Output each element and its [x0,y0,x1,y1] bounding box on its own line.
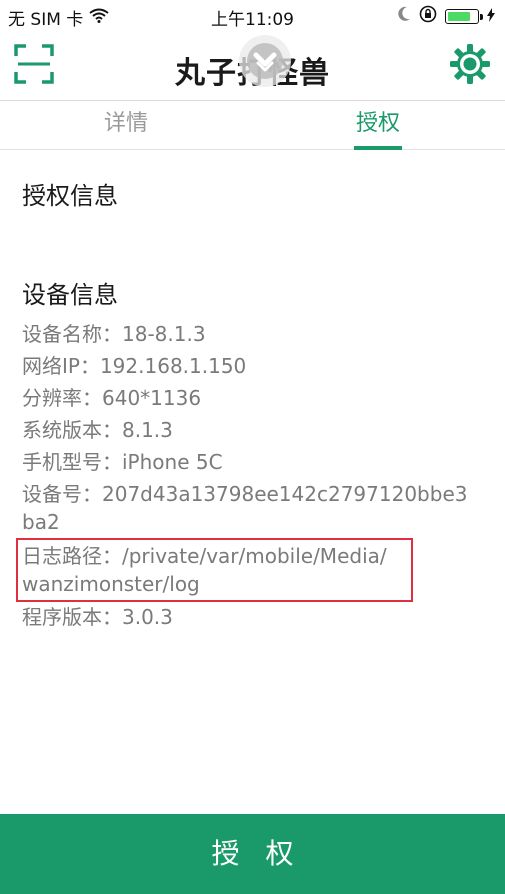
status-bar: 无 SIM 卡 上午11:09 [0,0,505,30]
device-id-line: 设备号：207d43a13798ee142c2797120bbe3 [22,482,468,506]
battery-level [448,12,471,21]
network-ip-line: 网络IP：192.168.1.150 [22,354,247,378]
tab-bar: 详情 授权 [0,100,505,150]
tab-authorization[interactable]: 授权 [252,101,504,149]
log-path-line: 日志路径：/private/var/mobile/Media/ [22,544,387,568]
gear-icon [450,44,490,84]
battery-indicator [445,9,483,24]
device-id-line-continued: ba2 [22,510,60,534]
rotation-lock-icon [419,5,437,28]
log-path-line-continued: wanzimonster/log [22,572,200,596]
nav-bar: 丸子打怪兽 [0,30,505,100]
auth-info-title: 授权信息 [22,182,118,210]
phone-model-line: 手机型号：iPhone 5C [22,450,223,474]
moon-icon [397,6,411,27]
device-info-title: 设备信息 [22,281,118,309]
status-right [397,5,495,28]
settings-button[interactable] [449,43,491,85]
chevron-down-icon [239,35,291,87]
resolution-line: 分辨率：640*1136 [22,386,202,410]
pull-refresh-indicator[interactable] [237,33,293,89]
authorize-button[interactable]: 授权 [0,814,505,894]
tab-detail[interactable]: 详情 [0,101,252,149]
battery-tip [480,14,483,20]
bolt-icon [487,7,495,27]
active-tab-indicator [354,146,402,150]
app-version-line: 程序版本：3.0.3 [22,605,173,629]
system-version-line: 系统版本：8.1.3 [22,418,173,442]
device-name-line: 设备名称：18-8.1.3 [22,322,206,346]
